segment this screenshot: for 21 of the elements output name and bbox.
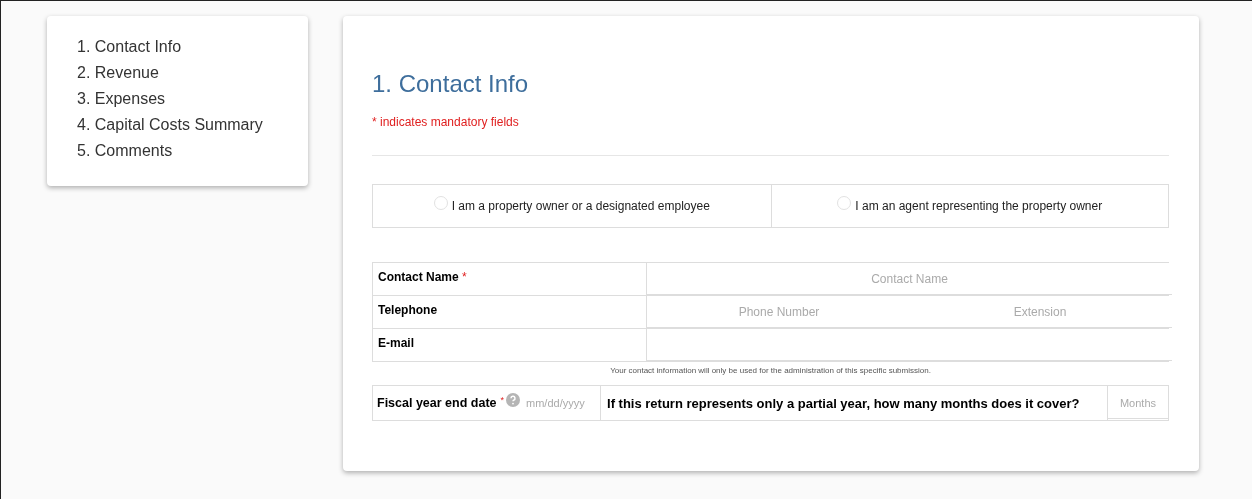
privacy-note: Your contact information will only be used for the administration of this specific submission. bbox=[609, 366, 932, 375]
mandatory-note: * indicates mandatory fields bbox=[372, 115, 520, 129]
sidebar-link[interactable]: 2. Revenue bbox=[77, 60, 308, 86]
radio-label[interactable]: I am an agent representing the property owner bbox=[855, 199, 1103, 213]
field-label: Contact Name bbox=[378, 270, 459, 284]
sidebar-link[interactable]: 4. Capital Costs Summary bbox=[77, 112, 308, 138]
input-field[interactable]: Phone Number bbox=[647, 296, 911, 328]
input-field[interactable] bbox=[647, 329, 1172, 361]
field-label: Fiscal year end date bbox=[376, 396, 498, 410]
field-label: Telephone bbox=[378, 303, 438, 317]
input-field[interactable]: Extension bbox=[908, 296, 1172, 328]
sidebar-link[interactable]: 3. Expenses bbox=[77, 86, 308, 112]
sidebar-link[interactable]: 1. Contact Info bbox=[77, 34, 308, 60]
required-asterisk: * bbox=[462, 270, 467, 284]
field-label: E-mail bbox=[378, 336, 414, 350]
input-field[interactable]: Contact Name bbox=[647, 263, 1172, 295]
sidebar-link[interactable]: 5. Comments bbox=[77, 138, 308, 164]
help-icon[interactable] bbox=[506, 393, 521, 407]
radio-label[interactable]: I am a property owner or a designated employee bbox=[451, 199, 710, 213]
required-asterisk: * bbox=[500, 395, 505, 405]
section-title: 1. Contact Info bbox=[372, 70, 530, 98]
